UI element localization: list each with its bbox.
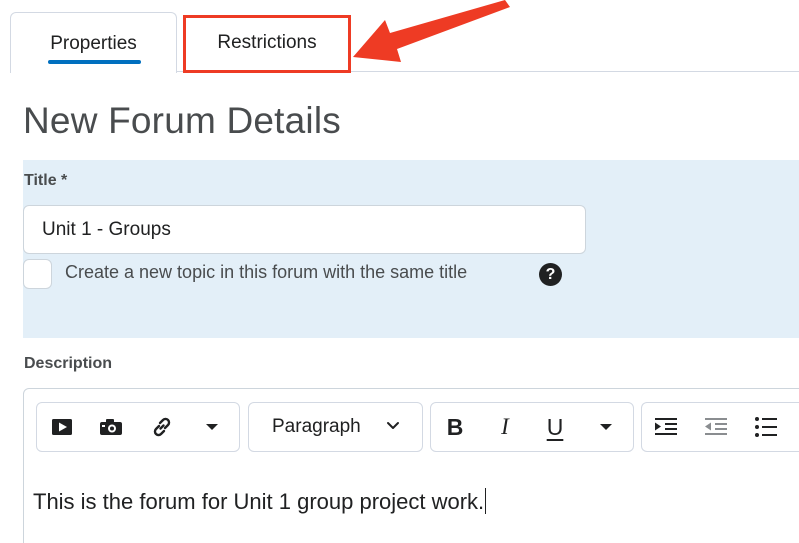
italic-button[interactable]: I [490,402,520,452]
bullet-list-button[interactable] [751,402,781,452]
camera-icon [100,419,122,435]
title-label: Title * [24,172,68,189]
text-caret [485,488,487,514]
more-format-button[interactable] [590,402,622,452]
video-icon [52,419,72,435]
insert-stuff-button[interactable] [46,402,78,452]
tab-properties-label: Properties [50,33,137,54]
insert-quicklink-button[interactable] [94,402,128,452]
editor-text: This is the forum for Unit 1 group proje… [33,489,485,514]
underline-button[interactable]: U [540,402,570,452]
tab-restrictions-label: Restrictions [217,32,317,53]
description-label: Description [24,355,113,372]
chevron-down-icon [387,422,399,429]
format-select-value: Paragraph [272,416,361,437]
active-tab-indicator [48,60,141,64]
insert-link-button[interactable] [145,402,179,452]
link-icon [153,417,171,437]
indent-button[interactable] [651,402,681,452]
caret-down-icon [600,424,612,430]
bullet-list-icon [755,417,777,437]
title-input[interactable] [23,205,586,254]
page-title: New Forum Details [23,100,341,141]
outdent-icon [705,418,727,435]
indent-icon [655,418,677,435]
tab-properties[interactable]: Properties [10,12,177,73]
more-insert-button[interactable] [196,402,228,452]
help-icon[interactable]: ? [539,263,562,286]
editor-content[interactable]: This is the forum for Unit 1 group proje… [33,488,487,515]
same-title-checkbox[interactable] [23,259,52,289]
caret-down-icon [206,424,218,430]
tab-restrictions[interactable]: Restrictions [184,12,350,72]
bold-button[interactable]: B [440,402,470,452]
outdent-button[interactable] [701,402,731,452]
same-title-checkbox-label: Create a new topic in this forum with th… [65,262,468,282]
